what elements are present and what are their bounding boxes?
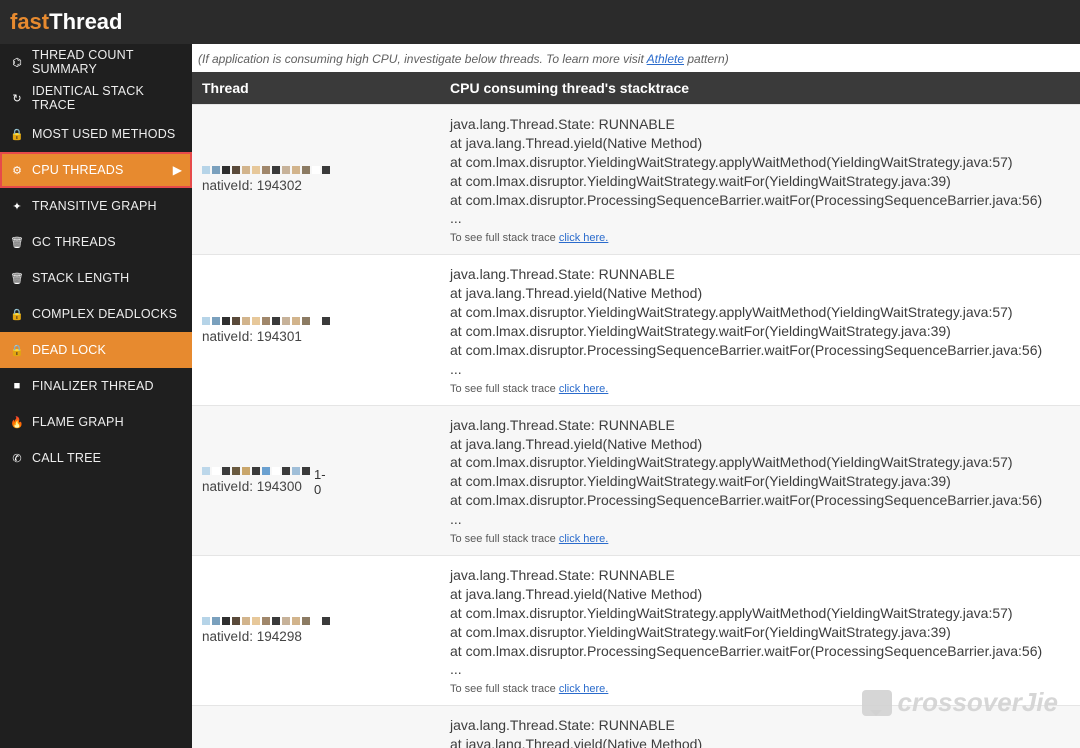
native-id: nativeId: 194302	[202, 178, 430, 193]
thread-cell: 1-0nativeId: 194300	[192, 405, 440, 555]
nav-label: GC THREADS	[32, 235, 182, 249]
col-thread: Thread	[192, 72, 440, 105]
nav-label: COMPLEX DEADLOCKS	[32, 307, 182, 321]
brand-logo: fastThread	[10, 9, 122, 35]
nav-label: TRANSITIVE GRAPH	[32, 199, 182, 213]
note-post: pattern)	[684, 52, 729, 66]
table-row: nativeId: 194296 java.lang.Thread.State: …	[192, 706, 1080, 748]
content-area: (If application is consuming high CPU, i…	[192, 44, 1080, 748]
stacktrace-cell: java.lang.Thread.State: RUNNABLEat java.…	[440, 405, 1080, 555]
nav-label: FINALIZER THREAD	[32, 379, 182, 393]
nav-icon: ⌬	[10, 56, 24, 69]
table-row: nativeId: 194301 java.lang.Thread.State: …	[192, 255, 1080, 405]
stacktrace-cell: java.lang.Thread.State: RUNNABLEat java.…	[440, 255, 1080, 405]
nav-label: MOST USED METHODS	[32, 127, 182, 141]
thread-cell: nativeId: 194301	[192, 255, 440, 405]
nav-label: THREAD COUNT SUMMARY	[32, 48, 182, 76]
stack-click-here-link[interactable]: click here.	[559, 383, 609, 395]
nav-icon: 🗑	[10, 236, 24, 249]
stack-lines: java.lang.Thread.State: RUNNABLEat java.…	[450, 265, 1070, 378]
brand-prefix: fast	[10, 9, 49, 34]
sidebar-item-most-used-methods[interactable]: 🔒 MOST USED METHODS	[0, 116, 192, 152]
nav-icon: ⚙	[10, 164, 24, 177]
nav-icon: 🔥	[10, 416, 24, 429]
redacted-thread-name	[202, 166, 430, 174]
nav-icon: ✆	[10, 452, 24, 465]
sidebar-item-flame-graph[interactable]: 🔥 FLAME GRAPH	[0, 404, 192, 440]
stack-footer: To see full stack trace click here.	[450, 232, 1070, 244]
redacted-thread-name	[202, 617, 430, 625]
main-layout: ⌬ THREAD COUNT SUMMARY ↻ IDENTICAL STACK TR…	[0, 44, 1080, 748]
nav-icon: ↻	[10, 92, 24, 105]
nav-label: STACK LENGTH	[32, 271, 182, 285]
stack-lines: java.lang.Thread.State: RUNNABLEat java.…	[450, 716, 1070, 748]
sidebar-nav: ⌬ THREAD COUNT SUMMARY ↻ IDENTICAL STACK TR…	[0, 44, 192, 748]
redacted-thread-name: 1-0	[202, 467, 430, 475]
nav-label: CALL TREE	[32, 451, 182, 465]
sidebar-item-complex-deadlocks[interactable]: 🔒 COMPLEX DEADLOCKS	[0, 296, 192, 332]
brand-suffix: Thread	[49, 9, 122, 34]
sidebar-item-identical-stack-trace[interactable]: ↻ IDENTICAL STACK TRACE	[0, 80, 192, 116]
nav-label: IDENTICAL STACK TRACE	[32, 84, 182, 112]
nav-icon: 🔒	[10, 344, 24, 357]
stacktrace-cell: java.lang.Thread.State: RUNNABLEat java.…	[440, 706, 1080, 748]
table-row: 1-0nativeId: 194300java.lang.Thread.Stat…	[192, 405, 1080, 555]
sidebar-item-stack-length[interactable]: 🗑 STACK LENGTH	[0, 260, 192, 296]
info-note: (If application is consuming high CPU, i…	[192, 44, 1080, 72]
stack-footer: To see full stack trace click here.	[450, 533, 1070, 545]
table-row: nativeId: 194298 java.lang.Thread.State: …	[192, 556, 1080, 706]
nav-label: FLAME GRAPH	[32, 415, 182, 429]
thread-cell: nativeId: 194298	[192, 556, 440, 706]
caret-right-icon: ▶	[173, 163, 182, 177]
thread-cell: nativeId: 194302	[192, 105, 440, 255]
sidebar-item-transitive-graph[interactable]: ✦ TRANSITIVE GRAPH	[0, 188, 192, 224]
stacktrace-cell: java.lang.Thread.State: RUNNABLEat java.…	[440, 105, 1080, 255]
sidebar-item-finalizer-thread[interactable]: ■ FINALIZER THREAD	[0, 368, 192, 404]
redacted-thread-name	[202, 317, 430, 325]
native-id: nativeId: 194298	[202, 629, 430, 644]
sidebar-item-dead-lock[interactable]: 🔒 DEAD LOCK	[0, 332, 192, 368]
nav-label: DEAD LOCK	[32, 343, 182, 357]
native-id: nativeId: 194301	[202, 329, 430, 344]
nav-icon: 🔒	[10, 128, 24, 141]
stack-footer: To see full stack trace click here.	[450, 683, 1070, 695]
stack-click-here-link[interactable]: click here.	[559, 232, 609, 244]
stack-lines: java.lang.Thread.State: RUNNABLEat java.…	[450, 416, 1070, 529]
stack-click-here-link[interactable]: click here.	[559, 683, 609, 695]
top-bar: fastThread	[0, 0, 1080, 44]
note-link[interactable]: Athlete	[647, 52, 684, 66]
thread-extra-label: 1-0	[314, 467, 322, 475]
stack-lines: java.lang.Thread.State: RUNNABLEat java.…	[450, 115, 1070, 228]
col-stack: CPU consuming thread's stacktrace	[440, 72, 1080, 105]
nav-icon: 🗑	[10, 272, 24, 285]
sidebar-item-call-tree[interactable]: ✆ CALL TREE	[0, 440, 192, 476]
stacktrace-cell: java.lang.Thread.State: RUNNABLEat java.…	[440, 556, 1080, 706]
cpu-threads-table: Thread CPU consuming thread's stacktrace…	[192, 72, 1080, 748]
note-pre: (If application is consuming high CPU, i…	[198, 52, 647, 66]
sidebar-item-gc-threads[interactable]: 🗑 GC THREADS	[0, 224, 192, 260]
table-row: nativeId: 194302 java.lang.Thread.State: …	[192, 105, 1080, 255]
stack-click-here-link[interactable]: click here.	[559, 533, 609, 545]
stack-footer: To see full stack trace click here.	[450, 383, 1070, 395]
sidebar-item-cpu-threads[interactable]: ⚙ CPU THREADS▶	[0, 152, 192, 188]
nav-icon: 🔒	[10, 308, 24, 321]
stack-lines: java.lang.Thread.State: RUNNABLEat java.…	[450, 566, 1070, 679]
nav-icon: ✦	[10, 200, 24, 213]
thread-cell: nativeId: 194296	[192, 706, 440, 748]
nav-icon: ■	[10, 380, 24, 392]
sidebar-item-thread-count-summary[interactable]: ⌬ THREAD COUNT SUMMARY	[0, 44, 192, 80]
nav-label: CPU THREADS	[32, 163, 173, 177]
